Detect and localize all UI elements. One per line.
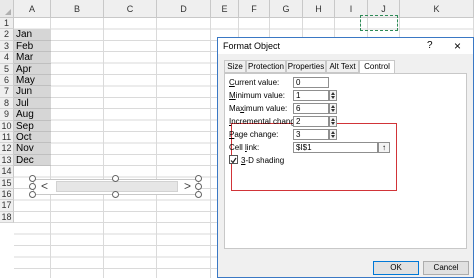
row-header[interactable]: 9: [0, 109, 14, 121]
column-header[interactable]: B: [51, 0, 104, 18]
page-change-spinner[interactable]: [329, 129, 337, 140]
column-header[interactable]: G: [270, 0, 303, 18]
row-header[interactable]: 7: [0, 86, 14, 98]
row-header[interactable]: 1: [0, 18, 14, 30]
incremental-change-label: Incremental change:: [229, 117, 302, 126]
month-cell[interactable]: Mar: [14, 52, 51, 64]
column-header[interactable]: K: [400, 0, 474, 18]
resize-handle-n[interactable]: [112, 175, 119, 182]
format-object-dialog: Format Object ? × Size Protection Proper…: [217, 37, 474, 278]
scrollbar-control[interactable]: < >: [29, 175, 202, 198]
row-header[interactable]: 11: [0, 132, 14, 144]
month-cell[interactable]: Sep: [14, 120, 51, 132]
checkmark-icon: [230, 157, 237, 164]
resize-handle-sw[interactable]: [29, 191, 36, 198]
maximum-value-input[interactable]: 6: [293, 103, 329, 114]
maximum-value-label: Maximum value:: [229, 104, 288, 113]
month-cell[interactable]: Nov: [14, 143, 51, 155]
row-header[interactable]: 13: [0, 154, 14, 167]
row-header[interactable]: 12: [0, 143, 14, 155]
shading-checkbox[interactable]: [229, 155, 238, 164]
column-header[interactable]: E: [211, 0, 239, 18]
resize-handle-ne[interactable]: [195, 175, 202, 182]
minimum-value-spinner[interactable]: [329, 90, 337, 101]
minimum-value-label: Minimum value:: [229, 91, 286, 100]
scroll-left-arrow[interactable]: <: [41, 179, 48, 194]
cell-link-label: Cell link:: [229, 143, 260, 152]
month-cell[interactable]: Jul: [14, 97, 51, 110]
incremental-change-input[interactable]: 2: [293, 116, 329, 127]
column-header[interactable]: F: [239, 0, 270, 18]
tab-size[interactable]: Size: [224, 60, 246, 73]
scroll-right-arrow[interactable]: >: [184, 179, 191, 194]
tab-control[interactable]: Control: [359, 60, 395, 74]
column-header[interactable]: D: [157, 0, 211, 18]
row-header[interactable]: 17: [0, 200, 14, 212]
help-icon[interactable]: ?: [427, 40, 433, 51]
minimum-value-input[interactable]: 1: [293, 90, 329, 101]
incremental-change-spinner[interactable]: [329, 116, 337, 127]
month-cell[interactable]: Apr: [14, 63, 51, 75]
maximum-value-spinner[interactable]: [329, 103, 337, 114]
row-header[interactable]: 10: [0, 120, 14, 132]
month-cell[interactable]: Jan: [14, 29, 51, 41]
ok-button[interactable]: OK: [373, 261, 419, 275]
row-header[interactable]: 3: [0, 40, 14, 53]
resize-handle-nw[interactable]: [29, 175, 36, 182]
tab-protection[interactable]: Protection: [246, 60, 286, 73]
row-header[interactable]: 8: [0, 97, 14, 110]
dialog-title: Format Object: [223, 41, 281, 51]
dialog-titlebar[interactable]: Format Object ? ×: [218, 38, 473, 54]
column-header[interactable]: H: [303, 0, 335, 18]
month-cell[interactable]: May: [14, 75, 51, 87]
resize-handle-w[interactable]: [29, 183, 36, 190]
month-cell[interactable]: Feb: [14, 40, 51, 53]
row-header[interactable]: 6: [0, 75, 14, 87]
month-cell[interactable]: Aug: [14, 109, 51, 121]
month-cell[interactable]: Jun: [14, 86, 51, 98]
cell-i1-selection-marquee: [360, 15, 398, 31]
current-value-input[interactable]: 0: [293, 77, 329, 88]
select-all-corner[interactable]: [0, 0, 14, 18]
row-header[interactable]: 5: [0, 63, 14, 75]
shading-label: 3-D shading: [241, 156, 285, 165]
row-header[interactable]: 2: [0, 29, 14, 41]
page-change-input[interactable]: 3: [293, 129, 329, 140]
tab-alt-text[interactable]: Alt Text: [326, 60, 359, 73]
column-header[interactable]: C: [104, 0, 157, 18]
resize-handle-se[interactable]: [195, 191, 202, 198]
column-header[interactable]: A: [14, 0, 51, 18]
month-cell[interactable]: Dec: [14, 154, 51, 167]
row-header[interactable]: 14: [0, 166, 14, 178]
page-change-label: Page change:: [229, 130, 279, 139]
close-icon[interactable]: ×: [454, 39, 461, 53]
tab-properties[interactable]: Properties: [286, 60, 326, 73]
row-header[interactable]: 4: [0, 52, 14, 64]
resize-handle-e[interactable]: [195, 183, 202, 190]
row-header[interactable]: 15: [0, 177, 14, 189]
row-header[interactable]: 16: [0, 189, 14, 201]
resize-handle-s[interactable]: [112, 191, 119, 198]
current-value-label: Current value:: [229, 78, 280, 87]
cell-link-input[interactable]: $I$1: [293, 142, 378, 153]
cell-picker-icon[interactable]: ↑: [378, 142, 390, 153]
cancel-button[interactable]: Cancel: [423, 261, 469, 275]
month-cell[interactable]: Oct: [14, 132, 51, 144]
row-header[interactable]: 18: [0, 211, 14, 224]
control-panel: Current value: 0 Minimum value: 1 Maximu…: [224, 73, 467, 249]
